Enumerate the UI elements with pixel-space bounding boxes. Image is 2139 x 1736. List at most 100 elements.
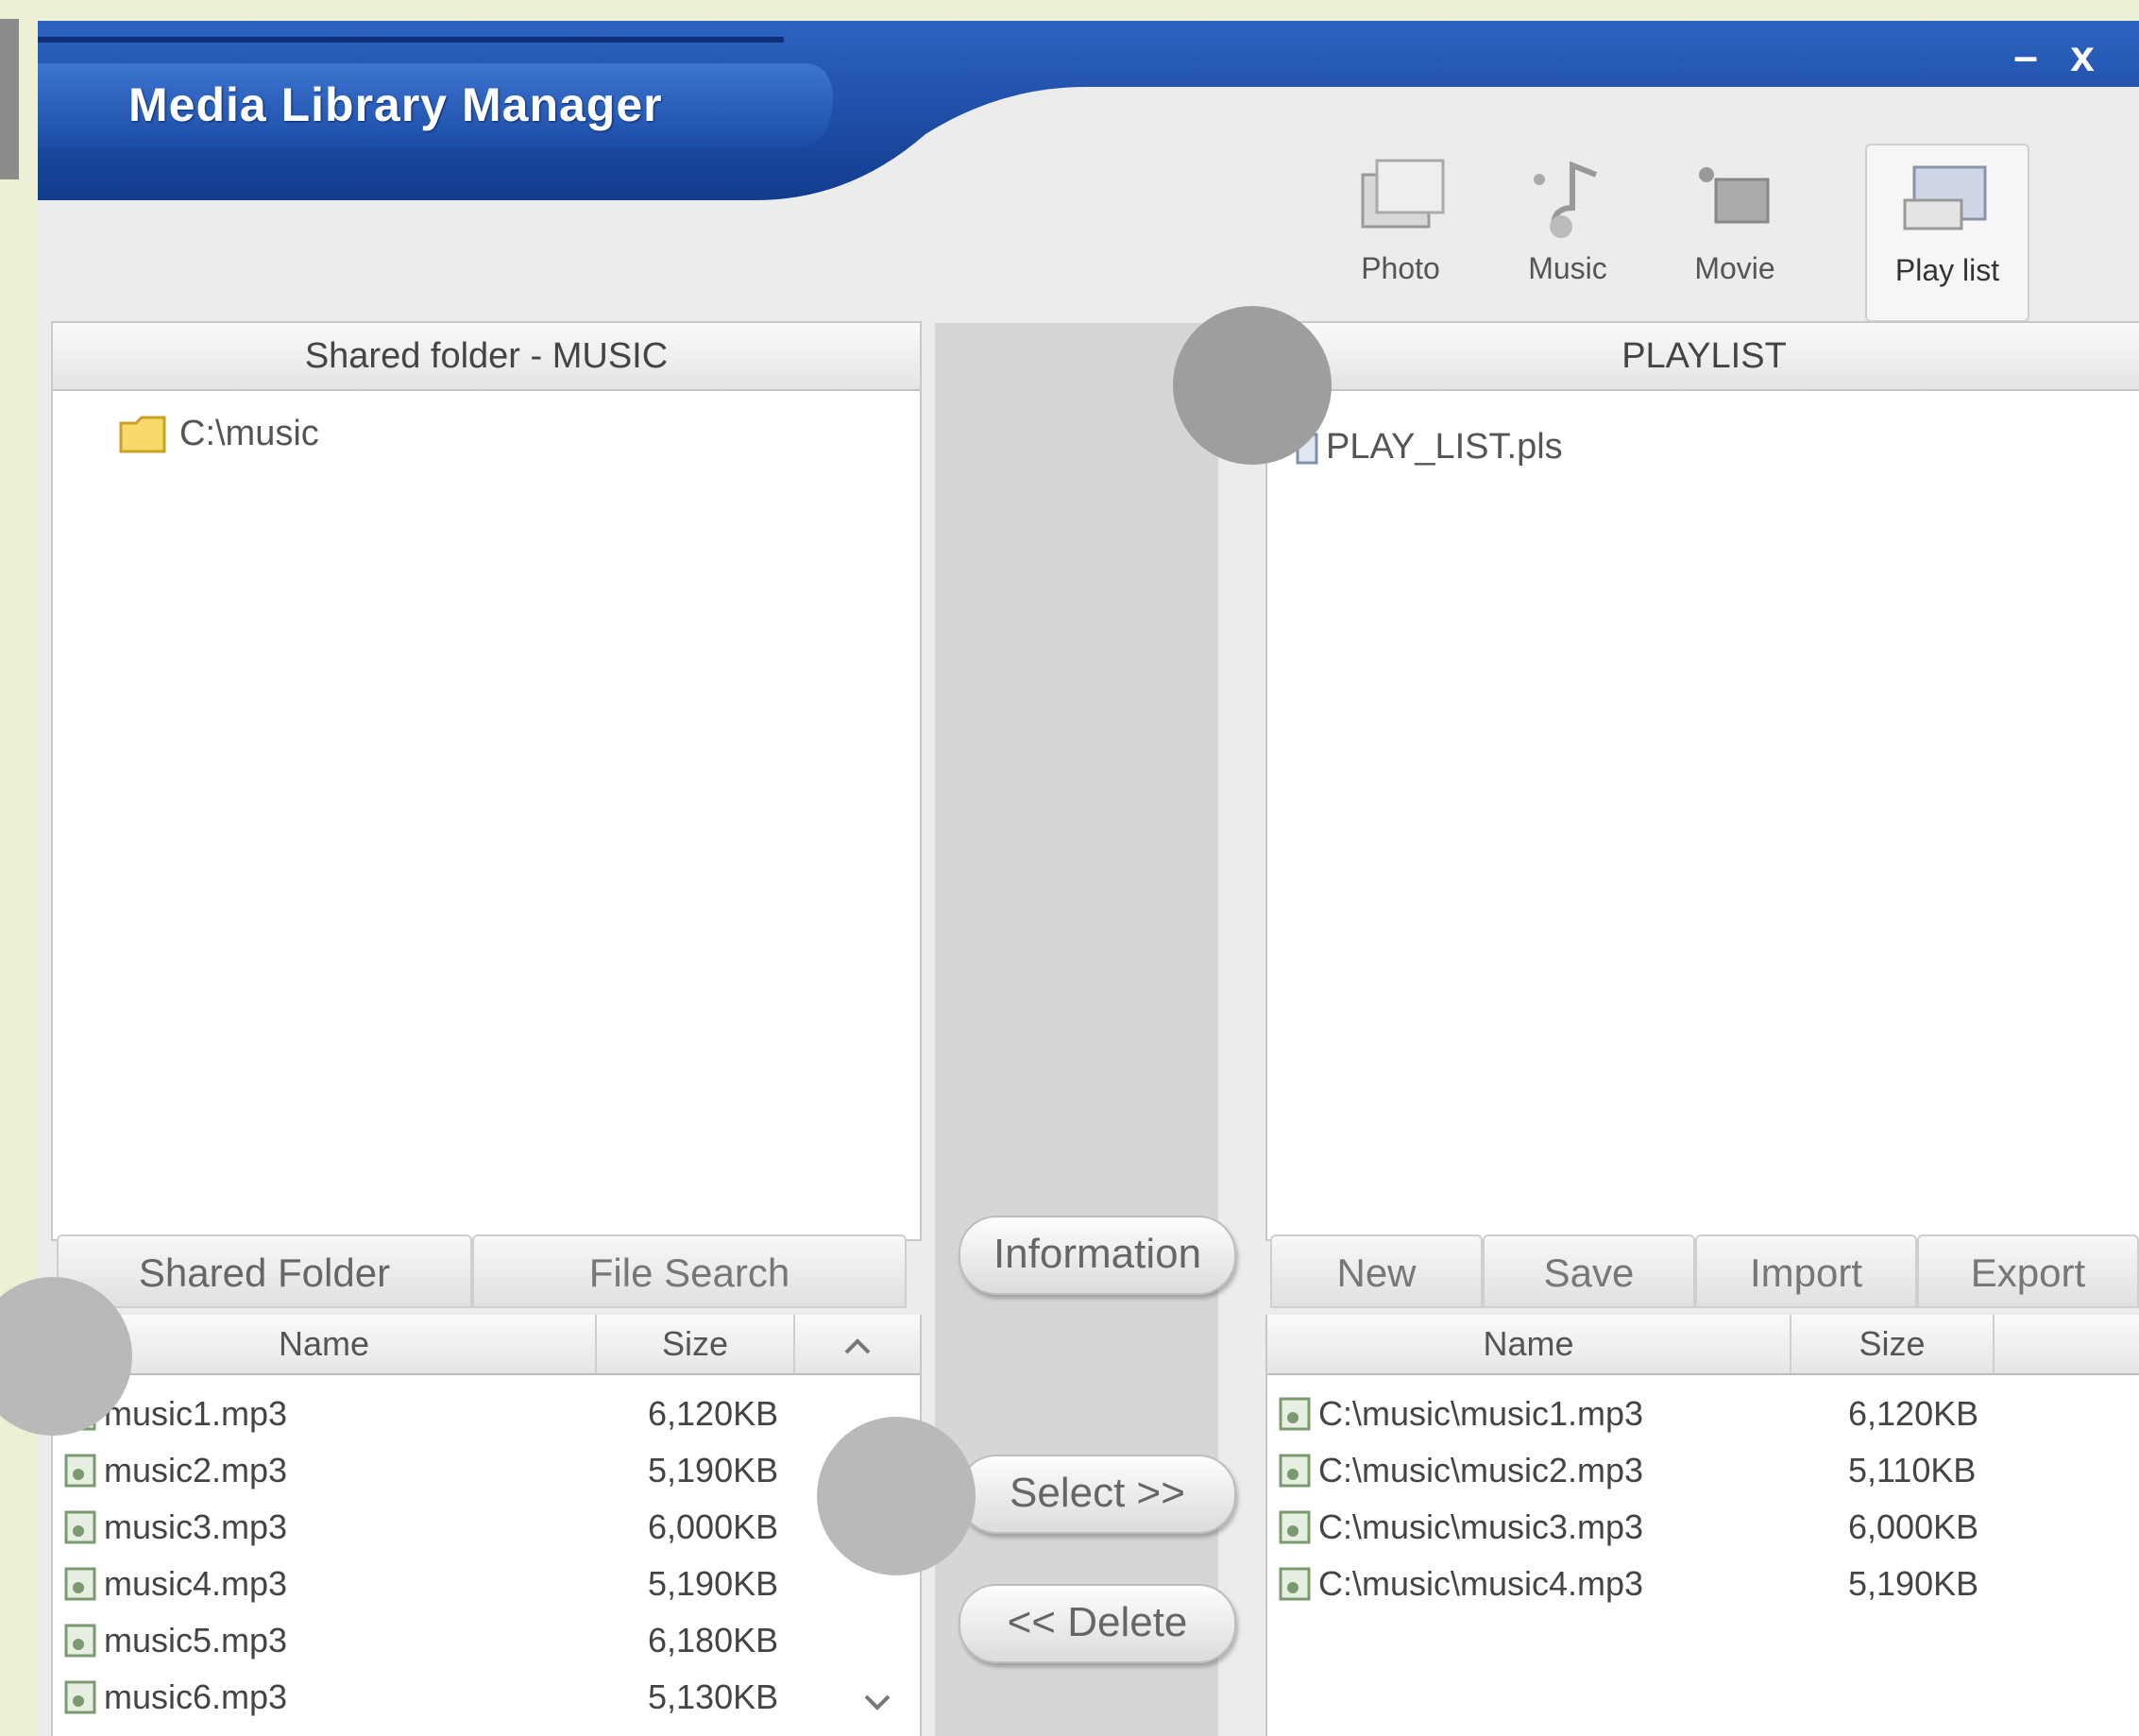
- information-button[interactable]: Information: [959, 1216, 1236, 1295]
- file-size: 5,190KB: [648, 1451, 779, 1489]
- tab-file-search[interactable]: File Search: [472, 1234, 907, 1308]
- column-header-size[interactable]: Size: [597, 1315, 795, 1373]
- left-edge-bar: [0, 19, 19, 179]
- file-name: music6.mp3: [104, 1677, 288, 1716]
- audio-file-icon: [1279, 1397, 1311, 1431]
- list-item[interactable]: C:\music\music2.mp3 5,110KB: [1277, 1442, 2131, 1499]
- file-size: 5,190KB: [648, 1564, 779, 1603]
- file-name-cell: C:\music\music3.mp3: [1277, 1507, 1643, 1547]
- tree-item-label: C:\music: [179, 414, 319, 453]
- file-size: 6,000KB: [1848, 1507, 1979, 1546]
- photo-icon: [1361, 159, 1445, 229]
- list-item[interactable]: music5.mp3 6,180KB: [62, 1612, 912, 1669]
- panel-header: Shared folder - MUSIC: [53, 323, 920, 391]
- file-name-cell: music5.mp3: [62, 1621, 287, 1660]
- file-name-cell: C:\music\music4.mp3: [1277, 1564, 1643, 1604]
- file-path: C:\music\music1.mp3: [1318, 1394, 1644, 1433]
- tree-item-music-folder[interactable]: C:\music: [119, 414, 319, 454]
- file-size: 5,130KB: [648, 1677, 779, 1716]
- playlist-mode-button[interactable]: Play list: [1865, 144, 2029, 322]
- list-header: Name Size: [1267, 1315, 2139, 1375]
- column-header-name[interactable]: Name: [53, 1315, 597, 1373]
- file-size: 5,190KB: [1848, 1564, 1979, 1603]
- chevron-up-icon: [844, 1338, 871, 1354]
- column-header-spacer: [1995, 1315, 2139, 1373]
- tree-item-playlist-file[interactable]: PLAY_LIST.pls: [1296, 427, 1563, 468]
- file-name-cell: C:\music\music1.mp3: [1277, 1394, 1643, 1434]
- file-path: C:\music\music2.mp3: [1318, 1451, 1644, 1489]
- tab-new[interactable]: New: [1270, 1234, 1483, 1308]
- file-name: music2.mp3: [104, 1451, 288, 1489]
- movie-icon: [1699, 167, 1770, 224]
- folder-icon: [119, 416, 166, 452]
- select-button[interactable]: Select >>: [959, 1455, 1236, 1534]
- callout-marker: [817, 1417, 976, 1575]
- file-name: music5.mp3: [104, 1621, 288, 1659]
- scroll-up-button[interactable]: [795, 1315, 920, 1373]
- title-bar: Media Library Manager – x: [38, 21, 2139, 257]
- file-size: 6,000KB: [648, 1507, 779, 1546]
- file-name: music4.mp3: [104, 1564, 288, 1603]
- mode-label: Photo: [1361, 251, 1440, 285]
- playlist-file-list: Name Size C:\music\music1.mp3 6,120KB C:…: [1265, 1315, 2139, 1736]
- app-window: Media Library Manager – x Photo Music Mo…: [38, 21, 2139, 1736]
- file-name-cell: music3.mp3: [62, 1507, 287, 1547]
- audio-file-icon: [64, 1567, 96, 1601]
- audio-file-icon: [1279, 1510, 1311, 1544]
- callout-marker: [1173, 306, 1332, 465]
- music-icon: [1534, 161, 1598, 238]
- audio-file-icon: [64, 1680, 96, 1714]
- list-item[interactable]: C:\music\music1.mp3 6,120KB: [1277, 1386, 2131, 1442]
- movie-mode-button[interactable]: Movie: [1655, 144, 1815, 318]
- close-button[interactable]: x: [2059, 32, 2106, 79]
- title-bar-background: [38, 21, 2139, 200]
- file-size: 6,120KB: [1848, 1394, 1979, 1433]
- delete-button[interactable]: << Delete: [959, 1584, 1236, 1663]
- tree-item-label: PLAY_LIST.pls: [1326, 427, 1563, 467]
- photo-mode-button[interactable]: Photo: [1320, 144, 1481, 318]
- list-item[interactable]: C:\music\music4.mp3 5,190KB: [1277, 1556, 2131, 1612]
- app-title: Media Library Manager: [128, 78, 663, 131]
- file-name: music3.mp3: [104, 1507, 288, 1546]
- audio-file-icon: [1279, 1567, 1311, 1601]
- list-item[interactable]: music1.mp3 6,120KB: [62, 1386, 912, 1442]
- shared-folder-panel: Shared folder - MUSIC C:\music: [51, 321, 922, 1241]
- mode-label: Play list: [1894, 253, 2000, 287]
- left-tab-bar: Shared Folder File Search: [57, 1234, 916, 1310]
- list-item[interactable]: C:\music\music3.mp3 6,000KB: [1277, 1499, 2131, 1556]
- column-header-size[interactable]: Size: [1791, 1315, 1995, 1373]
- audio-file-icon: [64, 1454, 96, 1488]
- list-header: Name Size: [53, 1315, 920, 1375]
- audio-file-icon: [64, 1510, 96, 1544]
- scroll-down-button[interactable]: [863, 1693, 891, 1717]
- mode-label: Movie: [1694, 251, 1775, 285]
- file-size: 6,180KB: [648, 1621, 779, 1659]
- file-name-cell: music2.mp3: [62, 1451, 287, 1490]
- audio-file-icon: [1279, 1454, 1311, 1488]
- tab-shared-folder[interactable]: Shared Folder: [57, 1234, 472, 1308]
- chevron-down-icon: [864, 1694, 891, 1710]
- tab-export[interactable]: Export: [1917, 1234, 2139, 1308]
- file-name-cell: music4.mp3: [62, 1564, 287, 1604]
- file-size: 5,110KB: [1848, 1451, 1977, 1489]
- playlist-icon: [1903, 165, 1987, 230]
- minimize-button[interactable]: –: [2002, 32, 2049, 79]
- tab-import[interactable]: Import: [1695, 1234, 1917, 1308]
- panel-header: PLAYLIST: [1267, 323, 2139, 391]
- list-item[interactable]: music3.mp3 6,000KB: [62, 1499, 912, 1556]
- audio-file-icon: [64, 1624, 96, 1658]
- left-file-list: Name Size music1.mp3 6,120KB music2.mp3 …: [51, 1315, 922, 1736]
- file-name: music1.mp3: [104, 1394, 288, 1433]
- list-item[interactable]: music4.mp3 5,190KB: [62, 1556, 912, 1612]
- column-header-name[interactable]: Name: [1267, 1315, 1791, 1373]
- list-item[interactable]: music6.mp3 5,130KB: [62, 1669, 912, 1726]
- mode-label: Music: [1528, 251, 1607, 285]
- file-size: 6,120KB: [648, 1394, 779, 1433]
- file-name-cell: music6.mp3: [62, 1677, 287, 1717]
- list-item[interactable]: music2.mp3 5,190KB: [62, 1442, 912, 1499]
- music-mode-button[interactable]: Music: [1487, 144, 1648, 318]
- right-tab-bar: New Save Import Export: [1270, 1234, 2139, 1310]
- playlist-panel: PLAYLIST PLAY_LIST.pls: [1265, 321, 2139, 1241]
- file-path: C:\music\music3.mp3: [1318, 1507, 1644, 1546]
- tab-save[interactable]: Save: [1483, 1234, 1695, 1308]
